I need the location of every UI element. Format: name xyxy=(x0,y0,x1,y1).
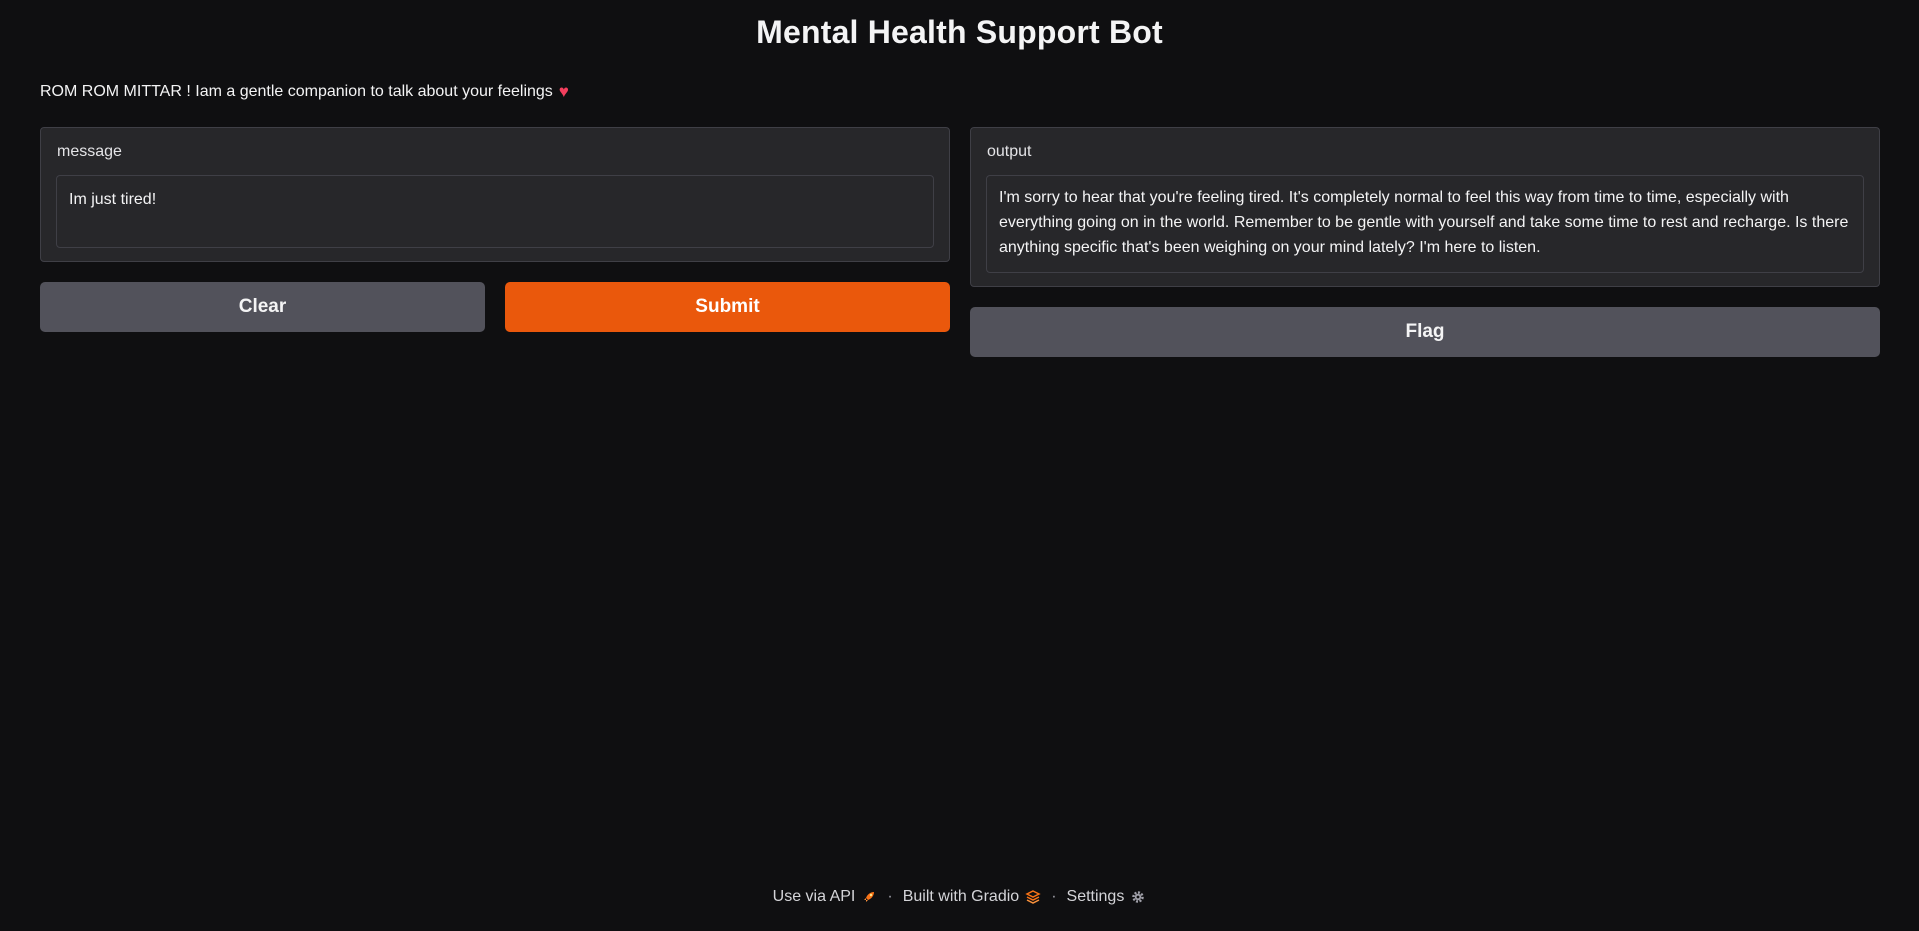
footer-separator: · xyxy=(1051,888,1057,905)
flag-button[interactable]: Flag xyxy=(970,307,1880,357)
message-panel: message Im just tired! xyxy=(40,127,950,262)
output-text: I'm sorry to hear that you're feeling ti… xyxy=(999,189,1849,256)
footer: Use via API · Built with Gradio · Settin… xyxy=(0,888,1919,906)
gear-icon xyxy=(1132,891,1145,903)
built-with-gradio-label: Built with Gradio xyxy=(902,888,1020,905)
footer-separator: · xyxy=(887,888,893,905)
page-title: Mental Health Support Bot xyxy=(756,14,1163,50)
gradio-logo-icon xyxy=(1025,890,1041,904)
app-description: ROM ROM MITTAR ! Iam a gentle companion … xyxy=(40,82,569,102)
output-label: output xyxy=(987,143,1032,160)
output-panel: output I'm sorry to hear that you're fee… xyxy=(970,127,1880,287)
message-input[interactable]: Im just tired! xyxy=(69,187,921,236)
message-textbox-frame: Im just tired! xyxy=(56,175,934,248)
use-via-api-link[interactable]: Use via API xyxy=(773,888,878,906)
rocket-icon xyxy=(864,892,875,902)
use-via-api-label: Use via API xyxy=(772,888,856,905)
message-label: message xyxy=(57,143,122,160)
heart-icon: ♥ xyxy=(558,82,569,101)
description-text: ROM ROM MITTAR ! Iam a gentle companion … xyxy=(40,83,553,100)
submit-button[interactable]: Submit xyxy=(505,282,950,332)
app-page: Mental Health Support Bot ROM ROM MITTAR… xyxy=(0,0,1919,931)
output-textbox[interactable]: I'm sorry to hear that you're feeling ti… xyxy=(986,175,1864,273)
settings-label: Settings xyxy=(1066,888,1125,905)
built-with-gradio-link[interactable]: Built with Gradio xyxy=(903,888,1042,906)
settings-link[interactable]: Settings xyxy=(1067,888,1147,906)
clear-button[interactable]: Clear xyxy=(40,282,485,332)
